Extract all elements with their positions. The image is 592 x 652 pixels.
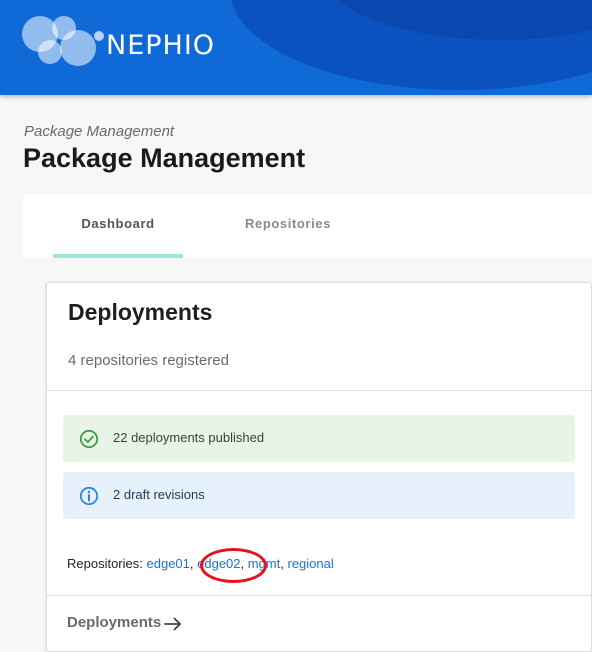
- deployments-card: Deployments 4 repositories registered 22…: [46, 282, 592, 652]
- arrow-right-icon: [164, 617, 182, 631]
- repositories-label: Repositories:: [67, 556, 143, 571]
- tab-repositories[interactable]: Repositories: [223, 195, 353, 258]
- page-title: Package Management: [23, 143, 306, 173]
- repo-link-mgmt[interactable]: mgmt: [248, 556, 281, 571]
- check-circle-icon: [79, 429, 99, 449]
- tab-dashboard[interactable]: Dashboard: [53, 195, 183, 258]
- info-circle-icon: [79, 486, 99, 506]
- brand-name: NEPHIO: [106, 30, 216, 61]
- tab-bar: Dashboard Repositories: [23, 195, 592, 258]
- repo-link-edge02[interactable]: edge02: [197, 556, 240, 571]
- divider: [47, 390, 591, 391]
- alert-text: 2 draft revisions: [113, 487, 205, 502]
- breadcrumb: Package Management: [24, 123, 175, 140]
- card-subtitle: 4 repositories registered: [68, 352, 229, 369]
- draft-alert: 2 draft revisions: [63, 472, 575, 519]
- repo-link-regional[interactable]: regional: [287, 556, 333, 571]
- published-alert: 22 deployments published: [63, 415, 575, 462]
- alert-text: 22 deployments published: [113, 430, 265, 445]
- repositories-list: Repositories: edge01, edge02, mgmt, regi…: [67, 556, 334, 571]
- repo-link-edge01[interactable]: edge01: [147, 556, 190, 571]
- active-tab-indicator: [53, 254, 183, 258]
- deployments-footer-link[interactable]: Deployments: [67, 613, 183, 632]
- footer-link-label: Deployments: [67, 614, 162, 631]
- app-header: NEPHIO: [0, 0, 592, 95]
- card-title: Deployments: [68, 299, 213, 325]
- divider: [47, 595, 591, 596]
